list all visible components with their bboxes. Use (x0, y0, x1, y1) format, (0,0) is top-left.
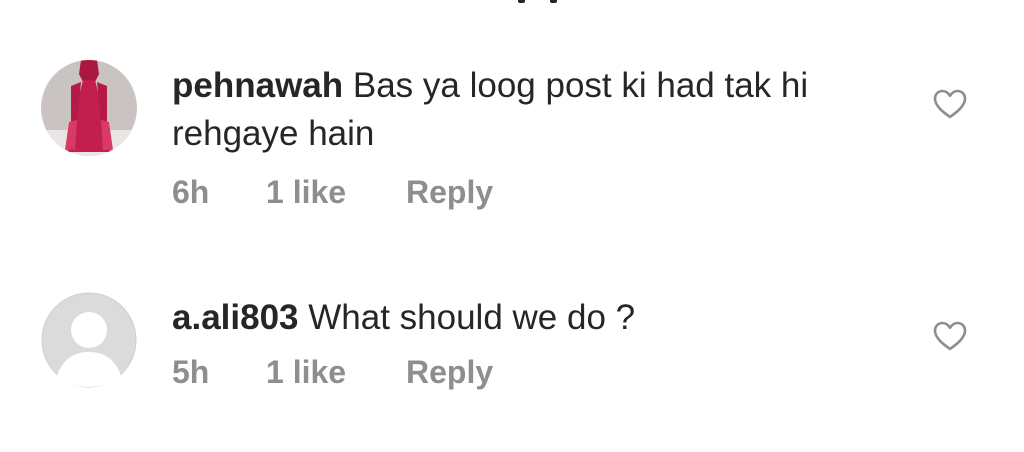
comment-likes[interactable]: 1 like (266, 354, 406, 391)
comment-text: What should we do ? (308, 298, 636, 337)
clipped-glyph (550, 0, 557, 3)
comment-text-line: a.ali803 What should we do ? (172, 294, 892, 342)
reply-button[interactable]: Reply (406, 174, 493, 211)
comment-text-line: pehnawah Bas ya loog post ki had tak hi … (172, 62, 892, 158)
profile-photo-icon: P (41, 60, 137, 156)
avatar[interactable]: P (41, 60, 137, 156)
heart-outline-icon[interactable] (932, 88, 968, 120)
comment-time[interactable]: 6h (172, 174, 266, 211)
clipped-top-element (518, 0, 568, 6)
heart-outline-icon[interactable] (932, 320, 968, 352)
comment-username[interactable]: a.ali803 (172, 298, 299, 337)
comment-likes[interactable]: 1 like (266, 174, 406, 211)
comment-meta: 5h 1 like Reply (172, 352, 892, 392)
default-avatar-icon (41, 292, 137, 388)
comment-body: a.ali803 What should we do ? 5h 1 like R… (172, 294, 892, 392)
comment-username[interactable]: pehnawah (172, 66, 343, 105)
reply-button[interactable]: Reply (406, 354, 493, 391)
comment-body: pehnawah Bas ya loog post ki had tak hi … (172, 62, 892, 212)
avatar[interactable] (41, 292, 137, 388)
comment-time[interactable]: 5h (172, 354, 266, 391)
svg-text:P: P (71, 147, 74, 153)
comment-meta: 6h 1 like Reply (172, 172, 892, 212)
clipped-glyph (518, 0, 525, 3)
